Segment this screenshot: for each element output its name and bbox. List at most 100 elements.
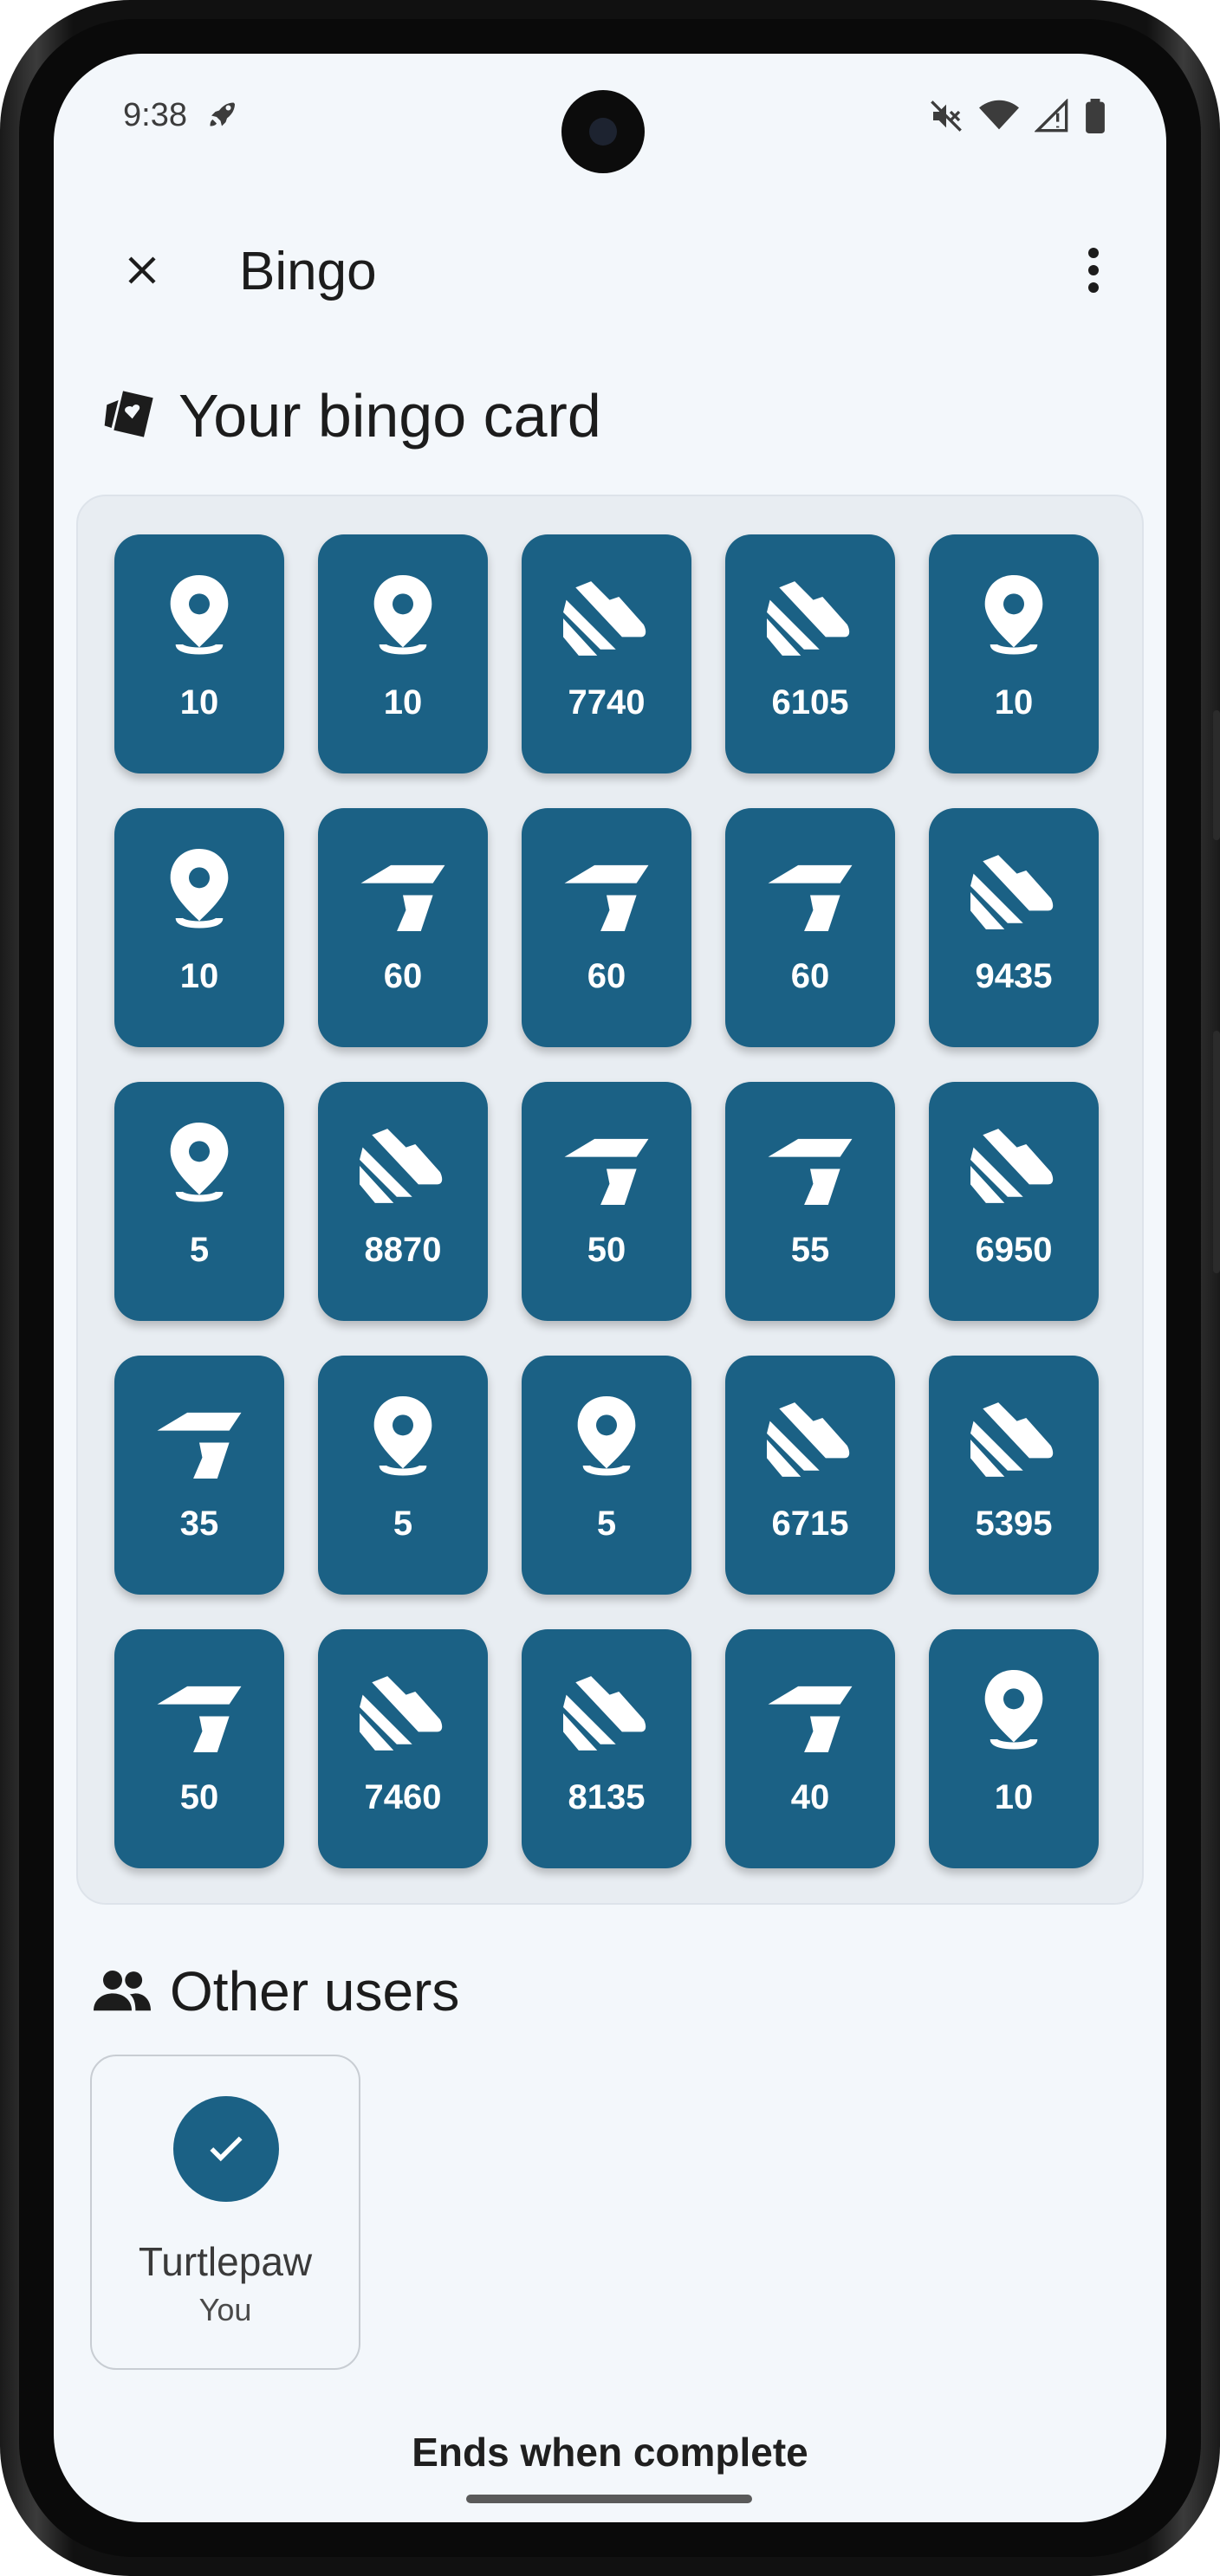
user-card[interactable]: Turtlepaw You — [90, 2055, 360, 2370]
bingo-card-header: Your bingo card — [102, 381, 601, 450]
bingo-tile[interactable]: 10 — [929, 1629, 1099, 1868]
bingo-tile[interactable]: 5 — [318, 1356, 488, 1595]
bingo-tile[interactable]: 10 — [114, 808, 284, 1047]
app-bar: Bingo — [54, 227, 1166, 314]
turn-arrow-icon — [563, 1118, 650, 1214]
tile-value: 6950 — [975, 1231, 1053, 1269]
shoe-icon — [563, 1666, 650, 1761]
tile-value: 7740 — [568, 683, 646, 722]
turn-arrow-icon — [767, 845, 853, 940]
shoe-icon — [767, 571, 853, 666]
location-pin-icon — [563, 1392, 650, 1487]
other-users-title: Other users — [170, 1960, 460, 2023]
more-vert-icon — [1088, 248, 1099, 293]
signal-icon — [1034, 98, 1069, 138]
tile-value: 60 — [790, 957, 830, 995]
shoe-icon — [767, 1392, 853, 1487]
location-pin-icon — [156, 571, 243, 666]
bingo-tile[interactable]: 60 — [725, 808, 895, 1047]
tile-value: 55 — [790, 1231, 830, 1269]
battery-icon — [1085, 99, 1106, 138]
bingo-tile[interactable]: 40 — [725, 1629, 895, 1868]
shoe-icon — [970, 1118, 1057, 1214]
close-button[interactable] — [99, 227, 185, 314]
bingo-tile[interactable]: 55 — [725, 1082, 895, 1321]
bingo-tile[interactable]: 50 — [114, 1629, 284, 1868]
bingo-tile[interactable]: 5 — [114, 1082, 284, 1321]
tile-value: 5 — [189, 1231, 210, 1269]
tile-value: 5 — [393, 1505, 413, 1543]
user-avatar — [173, 2096, 279, 2202]
system-icons — [929, 98, 1106, 138]
rocket-icon — [206, 99, 237, 138]
bingo-tile[interactable]: 10 — [929, 534, 1099, 773]
bingo-tile[interactable]: 60 — [318, 808, 488, 1047]
bingo-tile[interactable]: 7740 — [522, 534, 691, 773]
phone-frame: 9:38 Bingo Your bingo card 10 10 7740 61… — [0, 0, 1220, 2576]
front-camera — [561, 90, 645, 173]
bingo-tile[interactable]: 6715 — [725, 1356, 895, 1595]
tile-value: 50 — [587, 1231, 626, 1269]
tile-value: 60 — [383, 957, 423, 995]
turn-arrow-icon — [156, 1666, 243, 1761]
turn-arrow-icon — [767, 1118, 853, 1214]
home-indicator[interactable] — [466, 2495, 752, 2503]
shoe-icon — [970, 1392, 1057, 1487]
status-bar: 9:38 — [54, 54, 1166, 184]
tile-value: 5395 — [975, 1505, 1053, 1543]
tile-value: 8870 — [364, 1231, 442, 1269]
bingo-tile[interactable]: 10 — [318, 534, 488, 773]
wifi-icon — [979, 99, 1019, 138]
tile-value: 60 — [587, 957, 626, 995]
tile-value: 10 — [383, 683, 423, 722]
bingo-tile[interactable]: 10 — [114, 534, 284, 773]
tile-value: 6715 — [771, 1505, 849, 1543]
bingo-tile[interactable]: 8135 — [522, 1629, 691, 1868]
cards-icon — [102, 386, 158, 446]
location-pin-icon — [156, 1118, 243, 1214]
location-pin-icon — [156, 845, 243, 940]
bingo-tile[interactable]: 6105 — [725, 534, 895, 773]
shoe-icon — [970, 845, 1057, 940]
bingo-tile[interactable]: 7460 — [318, 1629, 488, 1868]
power-button — [1213, 1031, 1220, 1273]
end-condition-text: Ends when complete — [412, 2430, 808, 2475]
shoe-icon — [563, 571, 650, 666]
page-title: Bingo — [239, 242, 377, 301]
tile-value: 10 — [179, 957, 219, 995]
tile-value: 7460 — [364, 1778, 442, 1816]
bingo-tile[interactable]: 5 — [522, 1356, 691, 1595]
bingo-tile[interactable]: 9435 — [929, 808, 1099, 1047]
bingo-tile[interactable]: 35 — [114, 1356, 284, 1595]
bingo-tile[interactable]: 8870 — [318, 1082, 488, 1321]
location-pin-icon — [970, 571, 1057, 666]
shoe-icon — [360, 1666, 446, 1761]
tile-value: 35 — [179, 1505, 219, 1543]
shoe-icon — [360, 1118, 446, 1214]
tile-value: 8135 — [568, 1778, 646, 1816]
tile-value: 10 — [994, 1778, 1034, 1816]
turn-arrow-icon — [156, 1392, 243, 1487]
tile-value: 10 — [179, 683, 219, 722]
screen: 9:38 Bingo Your bingo card 10 10 7740 61… — [54, 54, 1166, 2522]
bingo-tile[interactable]: 5395 — [929, 1356, 1099, 1595]
more-options-button[interactable] — [1050, 227, 1137, 314]
other-users-header: Other users — [94, 1959, 459, 2023]
location-pin-icon — [360, 571, 446, 666]
bingo-tile[interactable]: 60 — [522, 808, 691, 1047]
check-icon — [210, 2136, 243, 2162]
tile-value: 5 — [596, 1505, 617, 1543]
bingo-tile[interactable]: 50 — [522, 1082, 691, 1321]
tile-value: 10 — [994, 683, 1034, 722]
mute-icon — [929, 99, 964, 138]
tile-value: 50 — [179, 1778, 219, 1816]
volume-button — [1213, 710, 1220, 840]
user-name: Turtlepaw — [138, 2239, 313, 2284]
location-pin-icon — [970, 1666, 1057, 1761]
bingo-tile[interactable]: 6950 — [929, 1082, 1099, 1321]
group-icon — [94, 1967, 151, 2016]
bingo-grid: 10 10 7740 6105 10 10 60 60 60 9435 5 8870 50 55 6950 3… — [114, 534, 1099, 1868]
close-icon — [128, 256, 156, 284]
tile-value: 6105 — [771, 683, 849, 722]
turn-arrow-icon — [563, 845, 650, 940]
